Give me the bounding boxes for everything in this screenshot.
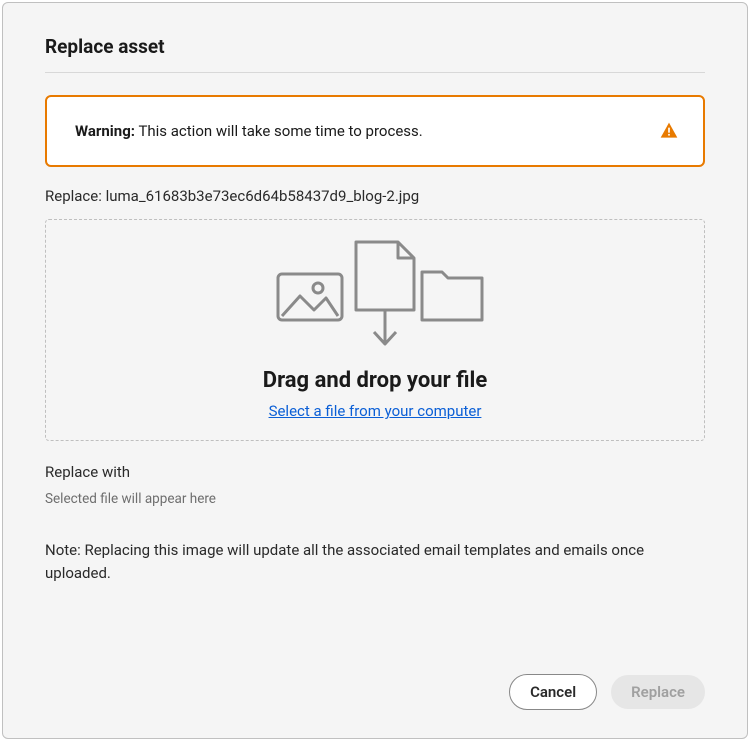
replace-with-label: Replace with (45, 463, 705, 481)
selected-file-placeholder: Selected file will appear here (45, 491, 705, 507)
warning-icon (659, 121, 679, 141)
dropzone-title: Drag and drop your file (56, 368, 694, 393)
dialog-button-row: Cancel Replace (509, 674, 705, 710)
warning-prefix: Warning: (75, 122, 135, 140)
dialog-title: Replace asset (45, 35, 705, 73)
replace-button[interactable]: Replace (611, 675, 705, 709)
replace-filename-line: Replace: luma_61683b3e73ec6d64b58437d9_b… (45, 187, 705, 205)
file-dropzone[interactable]: Drag and drop your file Select a file fr… (45, 219, 705, 441)
replace-label: Replace: (45, 187, 102, 205)
cancel-button[interactable]: Cancel (509, 674, 597, 710)
dropzone-illustration-icon (56, 234, 694, 354)
warning-text: Warning: This action will take some time… (75, 122, 423, 140)
warning-box: Warning: This action will take some time… (45, 95, 705, 167)
note-text: Note: Replacing this image will update a… (45, 539, 705, 584)
replace-asset-dialog: Replace asset Warning: This action will … (2, 2, 748, 739)
select-file-link[interactable]: Select a file from your computer (269, 402, 482, 420)
replace-filename: luma_61683b3e73ec6d64b58437d9_blog-2.jpg (106, 187, 420, 205)
warning-message: This action will take some time to proce… (138, 122, 422, 140)
